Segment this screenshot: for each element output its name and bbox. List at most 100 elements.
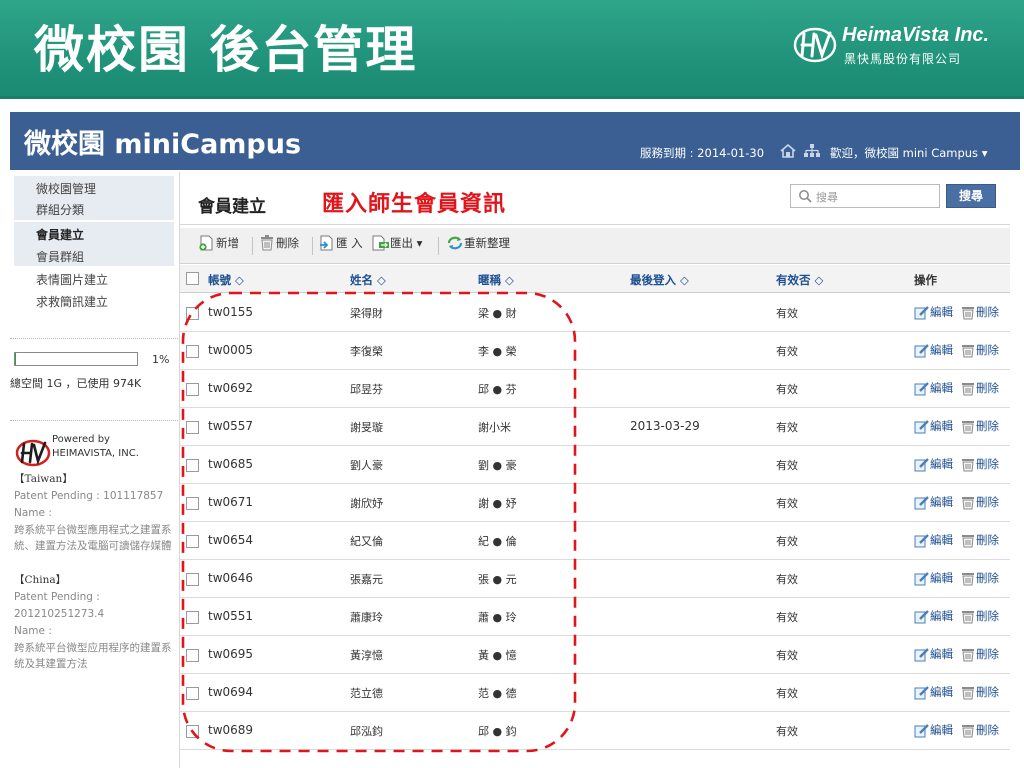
sidebar-item-campus-admin[interactable]: 微校園管理 (36, 180, 96, 197)
delete-label: 刪除 (976, 685, 999, 699)
delete-row-button[interactable]: 刪除 (960, 684, 999, 700)
edit-label: 編輯 (930, 419, 953, 433)
delete-label: 刪除 (976, 647, 999, 661)
sidebar-item-emoji-create[interactable]: 表情圖片建立 (36, 271, 108, 288)
welcome-menu[interactable]: 歡迎，微校園 mini Campus ▾ (830, 145, 987, 161)
trash-icon (962, 687, 974, 700)
delete-button[interactable]: 刪除 (258, 235, 299, 257)
edit-button[interactable]: 編輯 (914, 418, 953, 434)
patent-taiwan-number: Patent Pending : 101117857 (14, 490, 164, 502)
delete-row-button[interactable]: 刪除 (960, 342, 999, 358)
edit-button[interactable]: 編輯 (914, 684, 953, 700)
home-icon[interactable] (780, 143, 796, 158)
edit-button[interactable]: 編輯 (914, 494, 953, 510)
column-account[interactable]: 帳號 ◇ (208, 272, 244, 288)
powered-company: HEIMAVISTA, INC. (52, 448, 139, 459)
trash-icon (962, 573, 974, 586)
import-button[interactable]: 匯 入 (318, 235, 363, 257)
edit-button[interactable]: 編輯 (914, 342, 953, 358)
column-valid[interactable]: 有效否 ◇ (776, 272, 823, 288)
cell-valid: 有效 (776, 535, 798, 548)
brand-block: HeimaVista Inc. 黑快馬股份有限公司 (792, 24, 1012, 74)
edit-button[interactable]: 編輯 (914, 456, 953, 472)
storage-progress-fill (15, 353, 17, 365)
patent-china-number-label: Patent Pending : (14, 591, 100, 603)
delete-row-button[interactable]: 刪除 (960, 494, 999, 510)
toolbar-separator (252, 237, 253, 255)
patent-taiwan-name: 跨系統平台微型應用程式之建置系統、建置方法及電腦可讀儲存媒體 (14, 524, 172, 552)
delete-row-button[interactable]: 刪除 (960, 570, 999, 586)
trash-icon (962, 611, 974, 624)
cell-valid: 有效 (776, 345, 798, 358)
storage-usage-text: 總空間 1G ，已使用 974K (10, 377, 142, 390)
cell-valid: 有效 (776, 497, 798, 510)
edit-label: 編輯 (930, 647, 953, 661)
edit-button[interactable]: 編輯 (914, 532, 953, 548)
edit-button[interactable]: 編輯 (914, 304, 953, 320)
edit-button[interactable]: 編輯 (914, 722, 953, 738)
sidebar-item-member-group[interactable]: 會員群組 (36, 248, 84, 265)
app-title: 微校園 miniCampus (24, 129, 302, 160)
import-icon (320, 235, 333, 251)
delete-row-button[interactable]: 刪除 (960, 304, 999, 320)
slide: 微校園 後台管理 HeimaVista Inc. 黑快馬股份有限公司 微校園 m… (0, 0, 1024, 768)
delete-label: 刪除 (976, 723, 999, 737)
search-button[interactable]: 搜尋 (946, 184, 996, 208)
add-button-label: 新增 (216, 236, 239, 250)
patent-taiwan-name-label: Name : (14, 507, 52, 519)
slide-header: 微校園 後台管理 HeimaVista Inc. 黑快馬股份有限公司 (0, 0, 1024, 98)
cell-valid: 有效 (776, 649, 798, 662)
cell-valid: 有效 (776, 421, 798, 434)
app-icons (780, 143, 821, 158)
column-name[interactable]: 姓名 ◇ (350, 272, 386, 288)
column-nickname[interactable]: 暱稱 ◇ (478, 272, 514, 288)
trash-icon (962, 307, 974, 320)
sitemap-icon[interactable] (804, 143, 821, 158)
delete-row-button[interactable]: 刪除 (960, 532, 999, 548)
annotation-dashed-outline (181, 291, 577, 753)
edit-icon (914, 496, 929, 510)
edit-icon (914, 306, 929, 320)
trash-icon (962, 345, 974, 358)
edit-button[interactable]: 編輯 (914, 380, 953, 396)
sidebar-divider (10, 420, 178, 421)
app-bar: 微校園 miniCampus 服務到期 : 2014-01-30 歡迎，微校園 … (10, 112, 1020, 170)
cell-last-login: 2013-03-29 (630, 419, 700, 433)
export-dropdown[interactable]: 匯出 ▾ (372, 235, 422, 257)
edit-label: 編輯 (930, 305, 953, 319)
sidebar-divider (10, 338, 178, 339)
trash-icon (261, 235, 273, 251)
powered-by-label: Powered by (52, 434, 110, 445)
storage-percent: 1% (152, 353, 170, 366)
slide-title: 微校園 後台管理 (34, 21, 418, 79)
delete-row-button[interactable]: 刪除 (960, 722, 999, 738)
toolbar: 新增 刪除 匯 入 匯出 ▾ 重新整理 (180, 228, 1010, 264)
edit-button[interactable]: 編輯 (914, 646, 953, 662)
edit-button[interactable]: 編輯 (914, 608, 953, 624)
sidebar-item-group-category[interactable]: 群組分類 (36, 201, 84, 218)
delete-row-button[interactable]: 刪除 (960, 608, 999, 624)
sidebar-item-sos-sms-create[interactable]: 求救簡訊建立 (36, 293, 108, 310)
delete-row-button[interactable]: 刪除 (960, 456, 999, 472)
column-last-login[interactable]: 最後登入 ◇ (630, 272, 689, 288)
trash-icon (962, 459, 974, 472)
delete-row-button[interactable]: 刪除 (960, 646, 999, 662)
trash-icon (962, 535, 974, 548)
page-title: 會員建立 (198, 197, 266, 217)
refresh-button[interactable]: 重新整理 (446, 235, 510, 257)
delete-label: 刪除 (976, 343, 999, 357)
search-placeholder: 搜尋 (816, 191, 838, 204)
edit-button[interactable]: 編輯 (914, 570, 953, 586)
sidebar-item-member-create[interactable]: 會員建立 (36, 226, 84, 243)
edit-icon (914, 648, 929, 662)
export-dropdown-label: 匯出 ▾ (390, 236, 423, 250)
search-input[interactable]: 搜尋 (790, 184, 940, 208)
cell-valid: 有效 (776, 383, 798, 396)
import-button-label: 匯 入 (336, 236, 363, 250)
delete-row-button[interactable]: 刪除 (960, 380, 999, 396)
delete-row-button[interactable]: 刪除 (960, 418, 999, 434)
delete-label: 刪除 (976, 495, 999, 509)
edit-label: 編輯 (930, 723, 953, 737)
add-button[interactable]: 新增 (198, 235, 239, 257)
select-all-checkbox[interactable] (186, 272, 199, 285)
